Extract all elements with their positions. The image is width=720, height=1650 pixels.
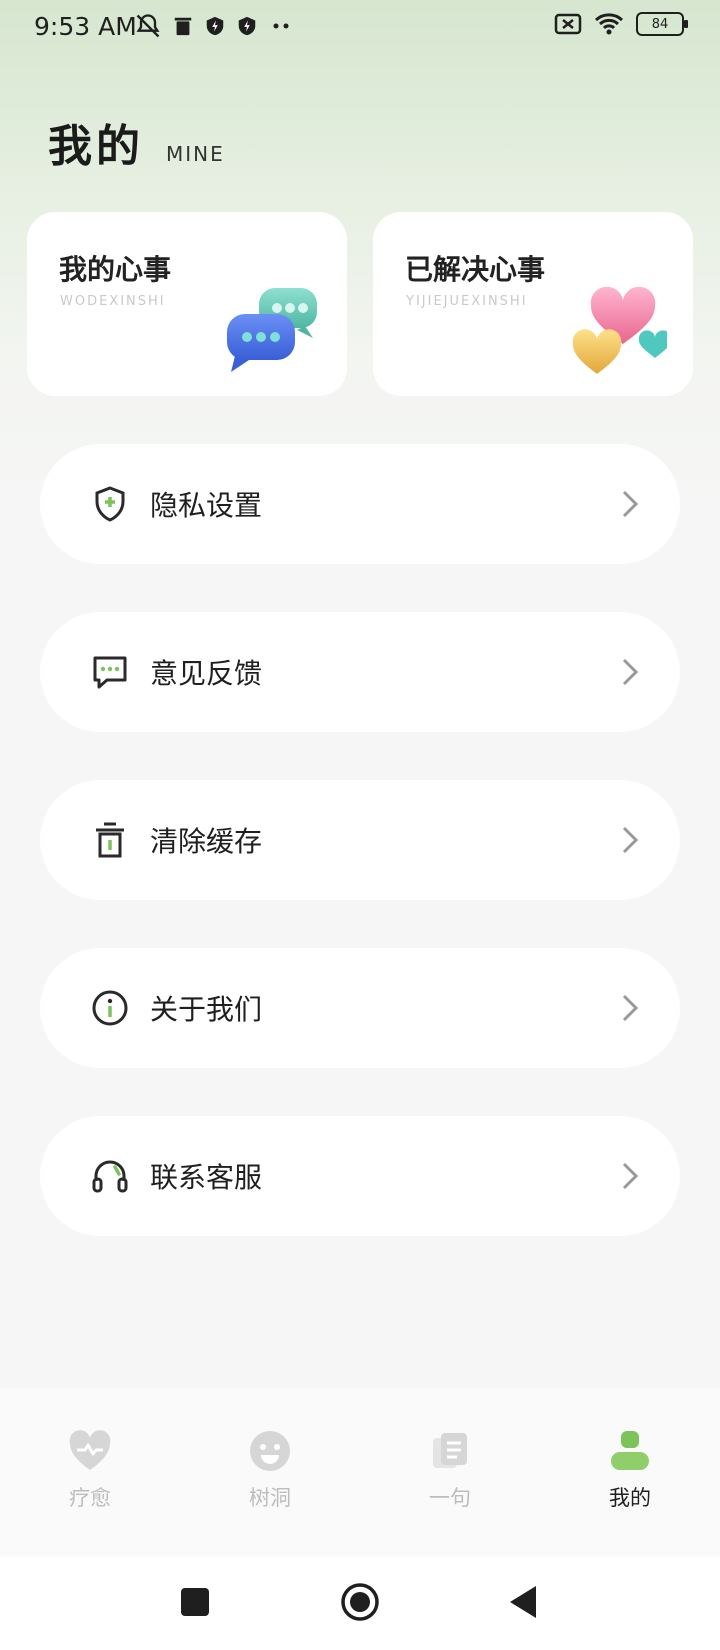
hearts-icon (572, 286, 667, 374)
home-button[interactable] (340, 1578, 380, 1628)
page-header: 我的 MINE (48, 110, 225, 174)
more-dots-icon (273, 23, 289, 29)
trash-icon (174, 17, 192, 36)
recents-button[interactable] (180, 1578, 210, 1628)
battery-icon: 84 (636, 12, 688, 36)
bottom-tab-bar: 疗愈 树洞 一句 我的 (0, 1388, 720, 1556)
menu-item-contact-support[interactable]: 联系客服 (40, 1116, 680, 1236)
menu-item-privacy-settings[interactable]: 隐私设置 (40, 444, 680, 564)
user-icon (611, 1431, 649, 1470)
chevron-right-icon (618, 820, 642, 860)
card-title: 已解决心事 (405, 253, 546, 286)
card-title: 我的心事 (59, 253, 172, 286)
card-my-worries[interactable]: 我的心事 WODEXINSHI (27, 212, 347, 396)
smile-icon (250, 1431, 290, 1471)
card-subtitle: YIJIEJUEXINSHI (406, 294, 528, 309)
headset-icon (90, 1156, 130, 1196)
trash-icon (90, 820, 130, 860)
menu-item-label: 意见反馈 (150, 657, 263, 690)
status-icons-left (134, 12, 294, 40)
shield-icon (238, 16, 256, 36)
feedback-icon (90, 652, 130, 692)
menu-item-label: 联系客服 (150, 1161, 263, 1194)
battery-level: 84 (651, 16, 669, 32)
system-navigation-bar (0, 1556, 720, 1650)
notes-icon (433, 1433, 467, 1468)
menu-item-label: 关于我们 (150, 993, 263, 1026)
card-resolved-worries[interactable]: 已解决心事 YIJIEJUEXINSHI (373, 212, 693, 396)
tab-label: 我的 (609, 1486, 651, 1510)
shield-icon (206, 16, 224, 36)
menu-item-label: 清除缓存 (150, 825, 263, 858)
tab-label: 疗愈 (69, 1486, 111, 1510)
page-subtitle: MINE (166, 142, 225, 166)
notifications-off-icon (136, 14, 160, 38)
shield-plus-icon (90, 484, 130, 524)
tab-mine[interactable]: 我的 (540, 1388, 720, 1556)
tab-one-sentence[interactable]: 一句 (360, 1388, 540, 1556)
heart-pulse-icon (69, 1430, 111, 1470)
menu-item-feedback[interactable]: 意见反馈 (40, 612, 680, 732)
menu-item-about-us[interactable]: 关于我们 (40, 948, 680, 1068)
tab-tree-hole[interactable]: 树洞 (180, 1388, 360, 1556)
back-button[interactable] (508, 1578, 538, 1628)
chevron-right-icon (618, 652, 642, 692)
status-icons-right: 84 (554, 12, 688, 36)
menu-item-clear-cache[interactable]: 清除缓存 (40, 780, 680, 900)
page-title: 我的 (48, 121, 144, 172)
status-time: 9:53 AM (34, 12, 137, 41)
chat-bubbles-icon (227, 288, 317, 372)
chevron-right-icon (618, 1156, 642, 1196)
tab-healing[interactable]: 疗愈 (0, 1388, 180, 1556)
no-sim-icon (554, 13, 582, 35)
tab-label: 一句 (429, 1486, 471, 1510)
chevron-right-icon (618, 484, 642, 524)
wifi-icon (594, 13, 624, 35)
status-bar: 9:53 AM 84 (0, 0, 720, 56)
info-icon (90, 988, 130, 1028)
menu-item-label: 隐私设置 (150, 489, 263, 522)
chevron-right-icon (618, 988, 642, 1028)
tab-label: 树洞 (249, 1486, 291, 1510)
card-subtitle: WODEXINSHI (60, 294, 166, 309)
